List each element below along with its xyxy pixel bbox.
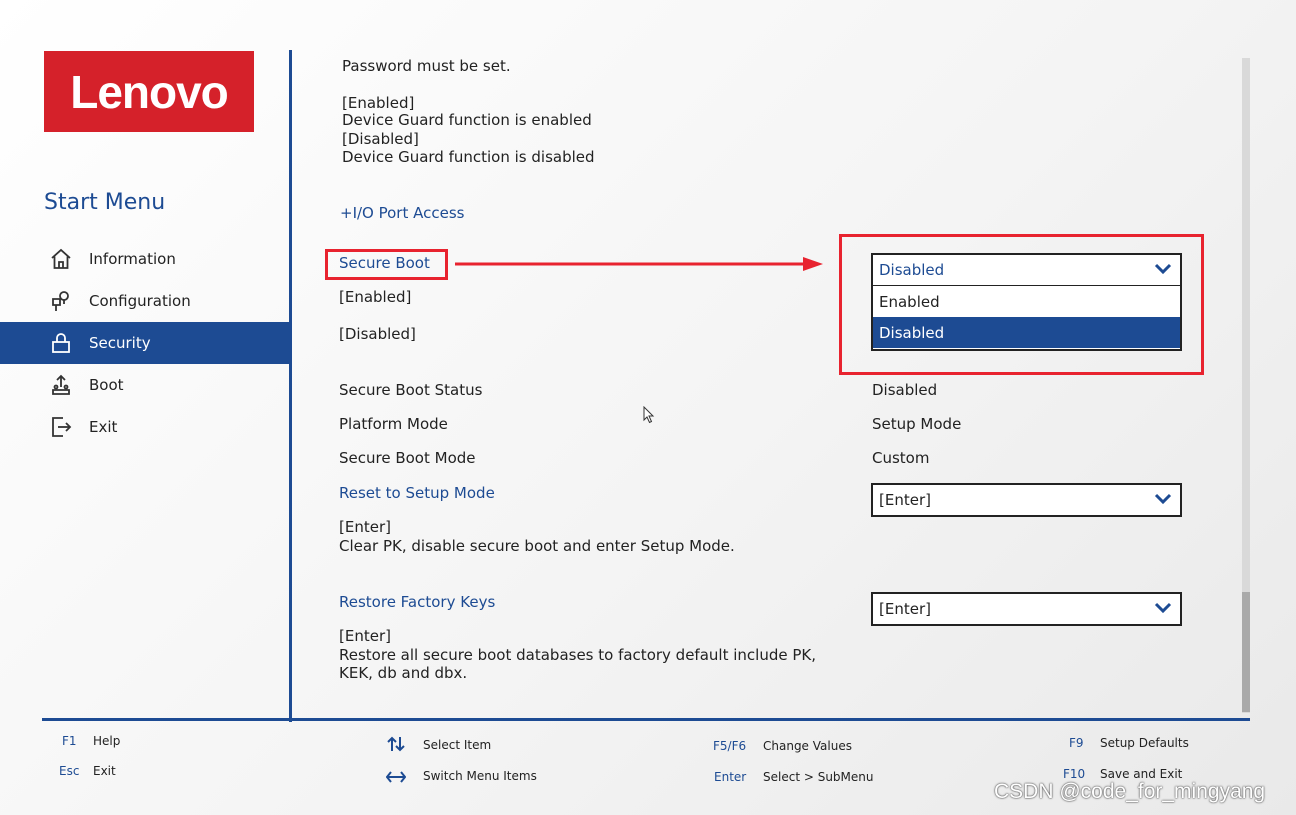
f1-label: Help [93,734,121,748]
select-value: [Enter] [879,491,931,509]
sidebar-item-boot[interactable]: Boot [0,364,289,406]
f5f6-key: F5/F6 [713,739,747,753]
chevron-down-icon [1154,491,1172,509]
esc-label: Exit [93,764,116,778]
sidebar-item-security[interactable]: Security [0,322,289,364]
help-text: Device Guard function is enabled [342,111,592,129]
help-text: Device Guard function is disabled [342,148,595,166]
help-text: Password must be set. [342,57,511,75]
select-value: [Enter] [879,600,931,618]
secure-boot-select[interactable]: Disabled [871,253,1182,287]
status-value: Setup Mode [872,415,962,433]
watermark: CSDN @code_for_mingyang [994,780,1266,803]
mouse-cursor-icon [643,406,655,424]
help-text: [Enter] [339,518,391,536]
f5f6-label: Change Values [763,739,852,753]
configuration-icon [48,288,74,314]
status-value: Custom [872,449,930,467]
help-text: [Enabled] [339,288,412,306]
reset-setup-mode-label[interactable]: Reset to Setup Mode [339,484,495,502]
help-text: KEK, db and dbx. [339,664,468,682]
status-label: Secure Boot Status [339,381,483,399]
restore-factory-keys-select[interactable]: [Enter] [871,592,1182,626]
boot-icon [48,372,74,398]
sidebar-divider [289,50,292,722]
scrollbar-thumb[interactable] [1242,592,1250,712]
help-text: [Enabled] [342,94,415,112]
lenovo-logo: Lenovo [44,51,254,132]
f10-key: F10 [1063,767,1086,781]
select-item-label: Select Item [423,738,492,752]
status-value: Disabled [872,381,938,399]
select-value: Disabled [879,261,945,279]
left-right-arrows-icon [385,769,407,788]
sidebar-item-label: Exit [89,418,118,436]
restore-factory-keys-label[interactable]: Restore Factory Keys [339,593,495,611]
help-text: [Disabled] [342,130,419,148]
secure-boot-options: Enabled Disabled [871,286,1182,351]
home-icon [48,246,74,272]
enter-label: Select > SubMenu [763,770,874,784]
f1-key: F1 [62,734,77,748]
sidebar-item-configuration[interactable]: Configuration [0,280,289,322]
option-enabled[interactable]: Enabled [873,286,1180,317]
sidebar-item-information[interactable]: Information [0,238,289,280]
io-port-access-link[interactable]: +I/O Port Access [340,204,464,222]
sidebar-item-label: Information [89,250,176,268]
footer-divider [42,718,1250,721]
sidebar-item-label: Configuration [89,292,191,310]
f9-key: F9 [1069,736,1084,750]
up-down-arrows-icon [386,736,406,756]
start-menu-title: Start Menu [44,190,166,215]
help-text: Clear PK, disable secure boot and enter … [339,537,735,555]
option-disabled[interactable]: Disabled [873,317,1180,348]
lock-icon [48,330,74,356]
help-text: Restore all secure boot databases to fac… [339,646,816,664]
enter-key: Enter [714,770,747,784]
f10-label: Save and Exit [1100,767,1183,781]
chevron-down-icon [1154,261,1172,279]
reset-setup-mode-select[interactable]: [Enter] [871,483,1182,517]
esc-key: Esc [59,764,80,778]
status-label: Secure Boot Mode [339,449,476,467]
switch-menu-label: Switch Menu Items [423,769,537,783]
annotation-arrow [455,257,823,271]
sidebar-item-exit[interactable]: Exit [0,406,289,448]
sidebar-item-label: Security [89,334,151,352]
sidebar-item-label: Boot [89,376,124,394]
exit-icon [48,414,74,440]
annotation-box [325,249,448,280]
help-text: [Enter] [339,627,391,645]
help-text: [Disabled] [339,325,416,343]
chevron-down-icon [1154,600,1172,618]
f9-label: Setup Defaults [1100,736,1189,750]
status-label: Platform Mode [339,415,448,433]
